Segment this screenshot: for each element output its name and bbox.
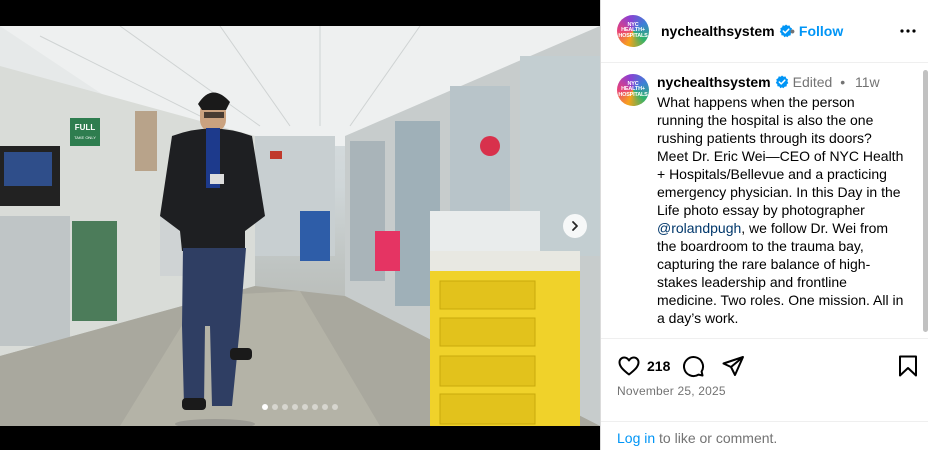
edited-label: Edited: [792, 74, 833, 90]
caption-separator: •: [840, 74, 846, 90]
slide-dot: [262, 404, 268, 410]
caption-text-part: What happens when the person running the…: [657, 94, 904, 218]
slide-dot: [292, 404, 298, 410]
comment-icon[interactable]: [681, 354, 705, 378]
post-side-panel: NYC HEALTH+ HOSPITALS nychealthsystem • Fol…: [600, 0, 928, 450]
slide-dot: [272, 404, 278, 410]
next-slide-button[interactable]: [563, 214, 587, 238]
login-prompt: Log in to like or comment.: [601, 421, 928, 452]
post-header: NYC HEALTH+ HOSPITALS nychealthsystem • Fol…: [601, 0, 928, 63]
header-separator: •: [790, 23, 795, 39]
caption-avatar[interactable]: NYC HEALTH+ HOSPITALS: [617, 74, 649, 106]
login-link[interactable]: Log in: [617, 430, 655, 446]
more-options-icon[interactable]: [899, 22, 917, 40]
heart-icon[interactable]: [617, 354, 641, 378]
caption-header: nychealthsystem Edited • 11w: [657, 74, 880, 90]
caption-scrollbar[interactable]: [923, 70, 928, 332]
login-rest-text: to like or comment.: [655, 430, 778, 446]
slide-dot: [312, 404, 318, 410]
slide-dot: [322, 404, 328, 410]
slide-dot: [302, 404, 308, 410]
wall-sign-subtext: TAKE ONLY: [74, 135, 96, 140]
post-timestamp[interactable]: 11w: [855, 74, 880, 90]
share-icon[interactable]: [721, 354, 745, 378]
caption-text: What happens when the person running the…: [657, 93, 905, 327]
post-author: nychealthsystem: [661, 23, 793, 41]
slide-indicator: [262, 404, 338, 410]
follow-button[interactable]: • Follow: [790, 23, 843, 39]
hospital-hallway-photo: FULL TAKE ONLY: [0, 26, 600, 426]
post-actions: 218 November 25, 2025 Log in to like or …: [601, 338, 928, 451]
chevron-right-icon: [572, 221, 578, 231]
avatar-logo-text: NYC HEALTH+ HOSPITALS: [618, 21, 648, 39]
post-photo[interactable]: FULL TAKE ONLY: [0, 26, 600, 426]
avatar[interactable]: NYC HEALTH+ HOSPITALS: [617, 15, 649, 47]
post-media: FULL TAKE ONLY: [0, 0, 600, 450]
verified-badge-icon: [775, 75, 788, 89]
avatar-logo-text: NYC HEALTH+ HOSPITALS: [618, 80, 648, 98]
post-date[interactable]: November 25, 2025: [617, 384, 726, 398]
bookmark-icon[interactable]: [897, 354, 919, 378]
login-prompt-text: Log in to like or comment.: [617, 430, 777, 446]
mention-link[interactable]: @rolandpugh: [657, 220, 741, 236]
wall-sign-text: FULL: [75, 123, 96, 132]
caption-username[interactable]: nychealthsystem: [657, 74, 771, 90]
like-count[interactable]: 218: [647, 358, 670, 374]
slide-dot: [332, 404, 338, 410]
follow-label: Follow: [798, 23, 844, 39]
author-username[interactable]: nychealthsystem: [661, 23, 775, 39]
post-caption: NYC HEALTH+ HOSPITALS nychealthsystem Edit…: [601, 62, 921, 338]
slide-dot: [282, 404, 288, 410]
